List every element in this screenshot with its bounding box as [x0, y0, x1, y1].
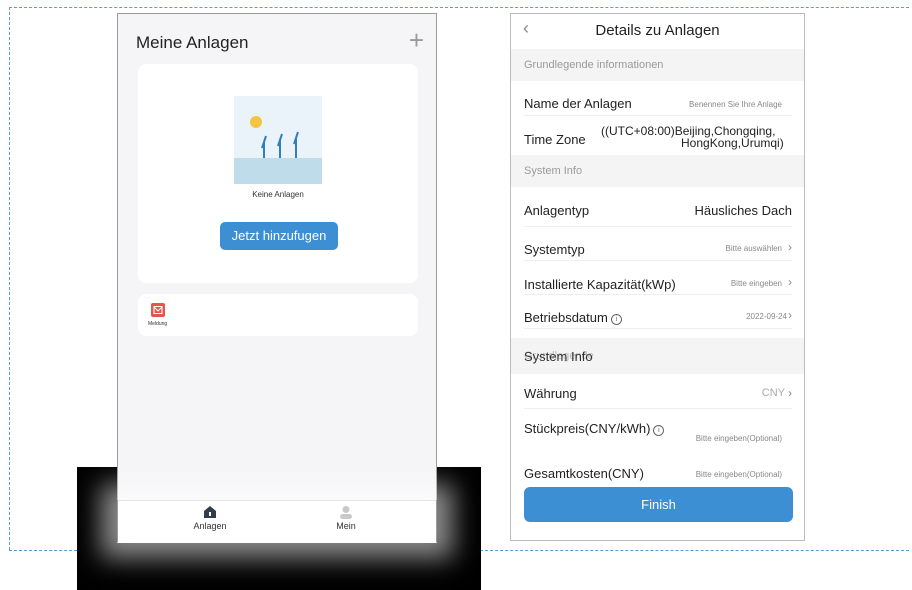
- tab-plants[interactable]: Anlagen: [170, 505, 250, 531]
- bottom-tab-bar: Anlagen Mein: [118, 500, 436, 543]
- operation-date-text: Betriebsdatum: [524, 310, 608, 325]
- system-type-label: Systemtyp: [524, 242, 585, 257]
- dashed-frame-top: [9, 7, 909, 8]
- operation-date-value: 2022-09-24: [746, 312, 787, 321]
- system-type-row[interactable]: Systemtyp Bitte auswählen ›: [524, 226, 792, 261]
- section-basic-info: Grundlegende informationen: [511, 49, 804, 81]
- tab-mine[interactable]: Mein: [306, 505, 386, 531]
- timezone-value[interactable]: ((UTC+08:00)Beijing,Chongqing, HongKong,…: [601, 125, 784, 149]
- name-field[interactable]: Benennen Sie Ihre Anlage: [689, 100, 782, 109]
- home-icon: [204, 506, 216, 518]
- capacity-value: Bitte eingeben: [730, 279, 782, 288]
- finish-button[interactable]: Finish: [524, 487, 793, 522]
- page-title: Meine Anlagen: [136, 33, 249, 52]
- chevron-right-icon: ›: [788, 308, 792, 322]
- capacity-row[interactable]: Installierte Kapazität(kWp) Bitte eingeb…: [524, 260, 792, 295]
- tab-plants-label: Anlagen: [193, 521, 227, 531]
- info-icon[interactable]: i: [610, 314, 622, 325]
- unit-price-text: Stückpreis(CNY/kWh): [524, 421, 651, 436]
- empty-state-card: Keine Anlagen Jetzt hinzufugen: [138, 64, 418, 283]
- chevron-right-icon: ›: [788, 240, 792, 254]
- system-type-value: Bitte auswählen: [725, 244, 782, 253]
- currency-row[interactable]: Währung CNY ›: [524, 374, 792, 409]
- currency-label: Währung: [524, 386, 577, 401]
- info-icon[interactable]: i: [653, 425, 665, 436]
- section-label: System Info: [524, 349, 593, 364]
- user-icon: [340, 506, 352, 519]
- water-area: [234, 158, 322, 184]
- plant-type-label: Anlagentyp: [524, 203, 590, 218]
- unit-price-label: Stückpreis(CNY/kWh) i: [524, 421, 665, 436]
- plus-icon[interactable]: +: [409, 26, 424, 54]
- my-plants-screen: Meine Anlagen + Keine Anlagen Jetzt hinz…: [117, 13, 437, 543]
- chevron-right-icon: ›: [788, 386, 792, 400]
- total-cost-label: Gesamtkosten(CNY): [524, 466, 644, 481]
- plant-type-row[interactable]: Anlagentyp Häusliches Dach: [524, 187, 792, 227]
- chevron-right-icon: ›: [788, 275, 792, 289]
- message-icon: [151, 303, 165, 317]
- name-label: Name der Anlagen: [524, 96, 632, 111]
- plant-type-value: Häusliches Dach: [694, 203, 792, 218]
- name-row[interactable]: Name der Anlagen Benennen Sie Ihre Anlag…: [524, 81, 792, 116]
- message-card[interactable]: Meldung: [138, 294, 418, 336]
- header: ‹ Details zu Anlagen: [511, 14, 804, 46]
- message-label: Meldung: [148, 321, 168, 327]
- plant-details-screen: ‹ Details zu Anlagen Grundlegende inform…: [510, 13, 805, 541]
- timezone-line-2: HongKong,Urumqi): [681, 136, 784, 150]
- section-label: System Info: [524, 165, 583, 177]
- total-cost-row[interactable]: Gesamtkosten(CNY) Bitte eingeben(Optiona…: [524, 450, 792, 484]
- operation-date-label: Betriebsdatum i: [524, 310, 622, 325]
- empty-state-text: Keine Anlagen: [252, 190, 304, 199]
- operation-date-row[interactable]: Betriebsdatum i 2022-09-24 ›: [524, 294, 792, 329]
- dashed-frame-left: [9, 7, 10, 550]
- section-label: Grundlegende informationen: [524, 59, 664, 71]
- tab-mine-label: Mein: [336, 521, 356, 531]
- page-title: Details zu Anlagen: [595, 22, 720, 39]
- timezone-label: Time Zone: [524, 132, 586, 147]
- section-system-info-2: Grundlegende System Info: [511, 338, 804, 374]
- section-system-info: System Info: [511, 155, 804, 187]
- add-now-button[interactable]: Jetzt hinzufugen: [220, 222, 338, 250]
- unit-price-value[interactable]: Bitte eingeben(Optional): [696, 434, 782, 443]
- currency-value: CNY: [761, 387, 785, 399]
- capacity-label: Installierte Kapazität(kWp): [524, 277, 676, 292]
- solar-panels-illustration: [234, 96, 322, 184]
- unit-price-row[interactable]: Stückpreis(CNY/kWh) i Bitte eingeben(Opti…: [524, 408, 792, 450]
- total-cost-value[interactable]: Bitte eingeben(Optional): [696, 470, 782, 479]
